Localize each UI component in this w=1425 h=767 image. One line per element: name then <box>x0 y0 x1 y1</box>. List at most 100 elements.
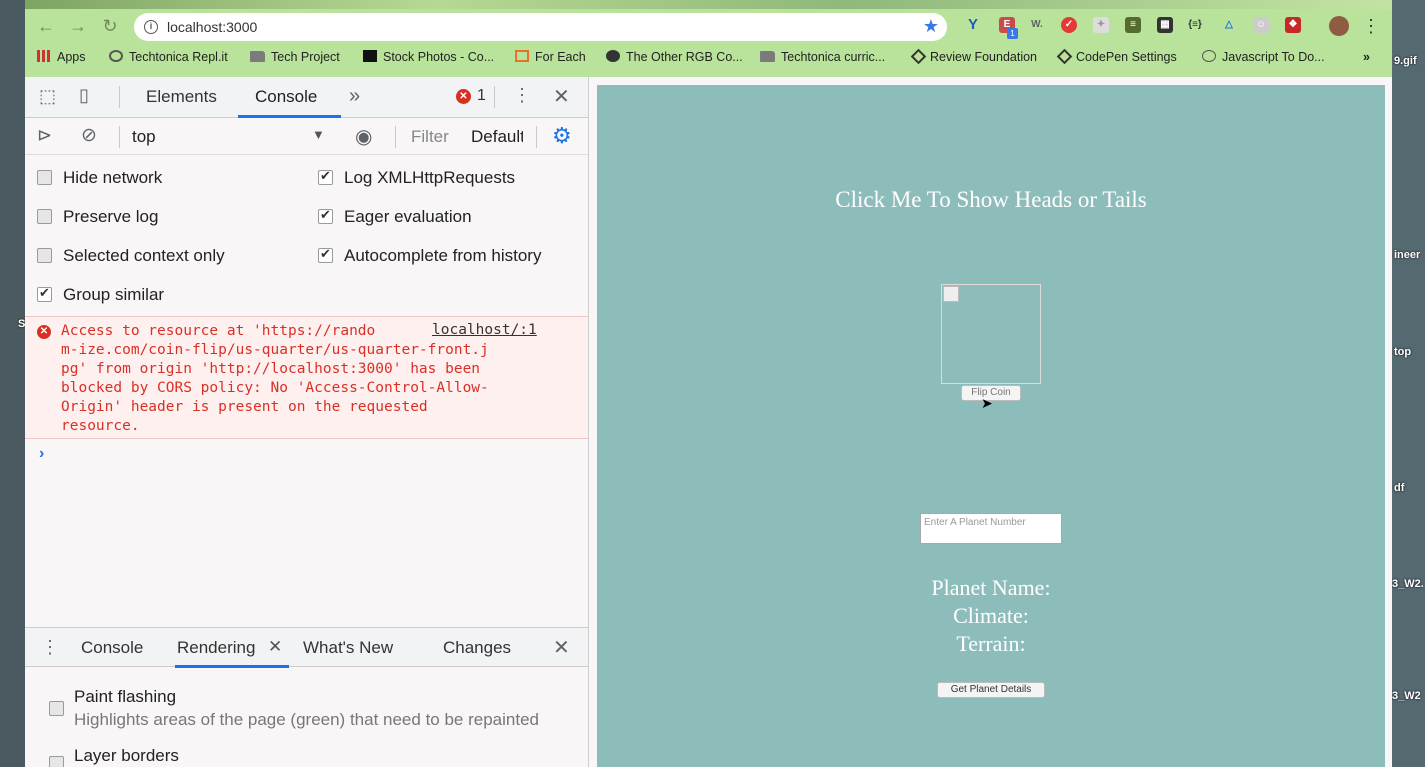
desktop-file-label[interactable]: 3_W2. <box>1392 578 1424 590</box>
page-viewport: Click Me To Show Heads or Tails Flip Coi… <box>597 85 1385 767</box>
hide-network-checkbox[interactable] <box>37 170 52 185</box>
extension-v-icon[interactable]: Y <box>965 17 981 33</box>
chevron-down-icon[interactable]: ▼ <box>312 127 325 142</box>
group-similar-checkbox[interactable] <box>37 285 52 302</box>
drawer-tab-rendering[interactable]: Rendering <box>177 638 255 658</box>
divider <box>395 126 396 148</box>
bookmark-item[interactable]: Stock Photos - Co... <box>363 50 494 64</box>
selected-context-label: Selected context only <box>63 246 225 265</box>
context-select[interactable]: top <box>132 127 156 147</box>
bookmarks-bar: Apps Techtonica Repl.it Tech Project Sto… <box>25 43 1392 73</box>
menu-dots-icon[interactable]: ⋮ <box>1360 15 1382 37</box>
desktop-file-label[interactable]: 3_W2 <box>1392 690 1421 702</box>
drawer-tab-console[interactable]: Console <box>81 638 143 658</box>
error-source-link[interactable]: localhost/:1 <box>426 322 537 338</box>
tab-console[interactable]: Console <box>255 87 317 107</box>
bookmark-item[interactable]: For Each <box>515 50 586 64</box>
desktop-file-label[interactable]: ineer <box>1394 249 1420 261</box>
active-tab-indicator <box>238 115 341 118</box>
folder-icon <box>760 51 775 62</box>
extension-red-icon[interactable]: ❖ <box>1285 17 1301 33</box>
get-planet-details-button[interactable]: Get Planet Details <box>937 682 1045 698</box>
browser-chrome: ← → ↻ i localhost:3000 ★ Y E 1 W. ✓ ✦ ≡ … <box>25 0 1392 77</box>
drawer-tab-bar: ⋮ Console Rendering ✕ What's New Changes… <box>25 627 588 668</box>
autocomplete-checkbox[interactable] <box>318 246 333 263</box>
console-toolbar: ⊳ ⊘ top ▼ ◉ Filter Default ⚙ <box>25 119 588 155</box>
eager-eval-checkbox[interactable] <box>318 207 333 224</box>
kebab-menu-icon[interactable]: ⋮ <box>513 85 531 106</box>
extension-grid-icon[interactable]: ▦ <box>1157 17 1173 33</box>
back-icon[interactable]: ← <box>35 15 57 37</box>
extension-ruler-icon[interactable]: ≡ <box>1125 17 1141 33</box>
bookmark-star-icon[interactable]: ★ <box>923 16 939 37</box>
address-bar[interactable]: i localhost:3000 ★ <box>134 13 947 41</box>
extension-puzzle-icon[interactable]: ✦ <box>1093 17 1109 33</box>
bookmark-item[interactable]: Techtonica Repl.it <box>109 50 228 64</box>
folder-icon <box>250 51 265 62</box>
extension-mascot-icon[interactable]: ☺ <box>1253 17 1269 33</box>
drawer-tab-whats-new[interactable]: What's New <box>303 638 393 658</box>
console-settings: Hide network Preserve log Selected conte… <box>25 156 588 316</box>
desktop-file-label[interactable]: 9.gif <box>1394 55 1417 67</box>
tab-elements[interactable]: Elements <box>146 87 217 107</box>
log-xhr-label: Log XMLHttpRequests <box>344 168 516 187</box>
desktop-file-label[interactable]: df <box>1394 482 1404 494</box>
coin-image[interactable] <box>941 284 1041 384</box>
log-xhr-checkbox[interactable] <box>318 168 333 185</box>
extension-todoist-icon[interactable]: ✓ <box>1061 17 1077 33</box>
bookmark-item[interactable]: The Other RGB Co... <box>606 50 743 64</box>
sidebar-toggle-icon[interactable]: ⊳ <box>37 125 52 146</box>
bookmark-folder[interactable]: Techtonica curric... <box>760 50 885 64</box>
console-error-message: ✕ Access to resource at 'https://rando m… <box>25 316 588 439</box>
filter-input[interactable]: Filter <box>411 127 449 147</box>
reload-icon[interactable]: ↻ <box>99 15 121 37</box>
navigation-bar: ← → ↻ i localhost:3000 ★ Y E 1 W. ✓ ✦ ≡ … <box>25 9 1392 43</box>
inspect-element-icon[interactable]: ⬚ <box>39 86 56 107</box>
extension-w-icon[interactable]: W. <box>1029 17 1045 33</box>
preserve-log-label: Preserve log <box>63 207 159 226</box>
mouse-cursor-icon: ➤ <box>981 395 993 411</box>
close-icon[interactable]: ✕ <box>553 84 570 109</box>
console-prompt-icon[interactable]: › <box>39 445 44 463</box>
close-tab-icon[interactable]: ✕ <box>268 637 282 657</box>
close-drawer-icon[interactable]: ✕ <box>553 635 570 660</box>
page-title[interactable]: Click Me To Show Heads or Tails <box>597 187 1385 213</box>
eye-icon[interactable]: ◉ <box>355 124 372 149</box>
browser-window: ← → ↻ i localhost:3000 ★ Y E 1 W. ✓ ✦ ≡ … <box>25 0 1392 767</box>
preserve-log-checkbox[interactable] <box>37 209 52 224</box>
bookmarks-overflow-icon[interactable]: » <box>1363 50 1370 64</box>
gear-icon[interactable]: ⚙ <box>552 123 572 149</box>
drawer-menu-icon[interactable]: ⋮ <box>41 637 59 658</box>
extension-triangle-icon[interactable]: △ <box>1221 17 1237 33</box>
planet-number-input[interactable]: Enter A Planet Number <box>920 513 1062 544</box>
bookmark-folder[interactable]: Tech Project <box>250 50 340 64</box>
divider <box>494 86 495 108</box>
error-icon: ✕ <box>37 325 51 339</box>
bookmark-item[interactable]: CodePen Settings <box>1056 48 1177 65</box>
mdn-icon <box>515 50 529 62</box>
device-toggle-icon[interactable]: ▯ <box>79 85 89 106</box>
more-tabs-icon[interactable]: » <box>349 85 360 108</box>
paint-flashing-checkbox[interactable] <box>49 701 64 716</box>
layer-borders-checkbox[interactable] <box>49 756 64 767</box>
info-icon[interactable]: i <box>144 20 158 34</box>
selected-context-checkbox[interactable] <box>37 248 52 263</box>
avatar[interactable] <box>1329 16 1349 36</box>
desktop-file-label[interactable]: top <box>1394 346 1411 358</box>
clear-console-icon[interactable]: ⊘ <box>81 124 97 147</box>
forward-icon[interactable]: → <box>67 15 89 37</box>
log-levels-select[interactable]: Default <box>471 127 523 147</box>
bookmark-item[interactable]: Javascript To Do... <box>1202 50 1325 64</box>
error-count[interactable]: 1 <box>477 87 486 105</box>
divider <box>119 86 120 108</box>
divider <box>119 126 120 148</box>
hide-network-label: Hide network <box>63 168 163 187</box>
extension-json-icon[interactable]: {≡} <box>1187 17 1203 33</box>
devtools-tab-bar: ⬚ ▯ Elements Console » ✕ 1 ⋮ ✕ <box>25 77 588 118</box>
bookmark-item[interactable]: Review Foundation <box>910 48 1037 65</box>
drawer-tab-changes[interactable]: Changes <box>443 638 511 658</box>
error-icon[interactable]: ✕ <box>456 89 471 104</box>
desktop-left-strip <box>0 0 25 767</box>
bookmark-apps[interactable]: Apps <box>37 50 86 64</box>
url-text[interactable]: localhost:3000 <box>167 19 257 35</box>
